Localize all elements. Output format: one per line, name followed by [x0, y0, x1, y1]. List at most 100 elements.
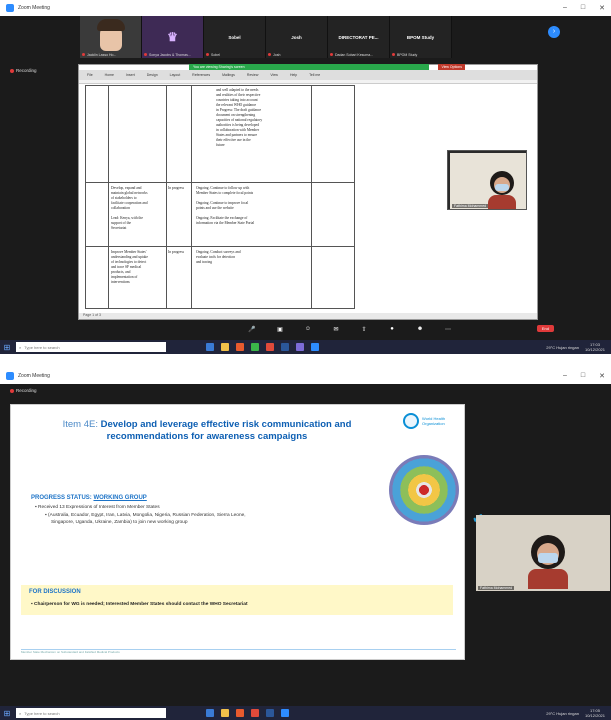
video-frame: Fathima Mohammed	[450, 153, 526, 209]
reactions-button[interactable]: ☻	[406, 326, 434, 332]
ribbon-tab[interactable]: Mailings	[222, 73, 235, 77]
mic-muted-icon	[392, 53, 395, 56]
end-meeting-button[interactable]: End	[536, 325, 554, 332]
mic-muted-icon	[268, 53, 271, 56]
more-button[interactable]: ⋯	[434, 326, 462, 333]
ribbon-tab[interactable]: View	[270, 73, 278, 77]
taskbar-search-box[interactable]: ⌕ Type here to search	[16, 708, 166, 718]
presenter-avatar	[528, 535, 568, 589]
participant-tile[interactable]: Josh Josh	[266, 16, 328, 58]
minimize-icon[interactable]: –	[563, 372, 567, 380]
close-icon[interactable]: ✕	[599, 372, 605, 380]
close-icon[interactable]: ✕	[599, 4, 605, 12]
discussion-text-content: Chairperson for WG is needed; Interested…	[34, 602, 248, 607]
doc-line: and tracing	[196, 260, 213, 264]
ribbon-tab[interactable]: Layout	[170, 73, 181, 77]
presenter-video[interactable]: Fathima Mohammed	[476, 515, 610, 591]
discussion-label: FOR DISCUSSION	[29, 589, 81, 595]
crown-logo-icon: ♛	[167, 30, 178, 44]
unmute-button[interactable]: 🎤	[238, 326, 266, 333]
recording-label: Recording	[16, 68, 37, 73]
zoom-taskbar-icon[interactable]	[311, 343, 319, 351]
powerpoint-icon[interactable]	[251, 709, 259, 717]
search-placeholder: Type here to search	[24, 344, 60, 350]
ribbon-tab[interactable]: Help	[290, 73, 297, 77]
ribbon-tab[interactable]: Insert	[126, 73, 135, 77]
zoom-taskbar-icon[interactable]	[281, 709, 289, 717]
record-button[interactable]: ●	[378, 326, 406, 332]
office-icon[interactable]	[236, 343, 244, 351]
participant-tile[interactable]: Jacklin Lasso Ho...	[80, 16, 142, 58]
search-placeholder: Type here to search	[24, 710, 60, 716]
participants-button[interactable]: ☺	[294, 326, 322, 332]
start-video-button[interactable]: ▣	[266, 326, 294, 333]
edge-icon[interactable]	[206, 343, 214, 351]
windows-start-icon[interactable]: ⊞	[0, 706, 14, 720]
ribbon-tab[interactable]: Design	[147, 73, 158, 77]
window-title: Zoom Meeting	[18, 5, 50, 11]
word-icon[interactable]	[266, 709, 274, 717]
word-icon[interactable]	[281, 343, 289, 351]
meeting-toolbar: 🎤 ▣ ☺ ✉ ⇧ ● ☻ ⋯ End	[78, 322, 608, 336]
recording-indicator: Recording	[10, 68, 37, 73]
share-screen-button[interactable]: ⇧	[350, 326, 378, 333]
clock-date: 10/12/2021	[584, 713, 605, 718]
file-explorer-icon[interactable]	[221, 709, 229, 717]
presenter-video[interactable]: Fathima Mohammed	[447, 150, 527, 210]
search-icon: ⌕	[19, 344, 22, 350]
chat-button[interactable]: ✉	[322, 326, 350, 333]
who-globe-icon	[403, 413, 419, 429]
doc-line: future	[216, 143, 225, 147]
chrome-icon[interactable]	[251, 343, 259, 351]
zoom-icon	[6, 372, 14, 380]
teams-icon[interactable]	[296, 343, 304, 351]
participant-tile[interactable]: Sobel Sobel	[204, 16, 266, 58]
weather-widget[interactable]: 29°C Hujan ringan	[546, 711, 579, 716]
participant-name: DIRECTORAT PE...	[338, 34, 379, 40]
share-banner-text: You are viewing Sharing's screen	[193, 65, 245, 69]
presenter-shirt	[528, 569, 568, 589]
record-dot-icon	[10, 68, 14, 73]
participant-tile[interactable]: ♛ Sonya Jacobs & Thomas...	[142, 16, 204, 58]
ribbon-tab[interactable]: File	[87, 73, 93, 77]
status-cell: In progress	[168, 250, 185, 254]
ribbon-tab[interactable]: Home	[105, 73, 114, 77]
windows-start-icon[interactable]: ⊞	[0, 340, 14, 354]
record-dot-icon	[10, 388, 14, 393]
participant-name: BPOM Study	[406, 34, 435, 40]
powerpoint-icon[interactable]	[266, 343, 274, 351]
window-controls: – □ ✕	[563, 4, 605, 12]
document-status-bar: Page 1 of 3	[79, 313, 537, 319]
table-divider	[108, 86, 109, 308]
office-icon[interactable]	[236, 709, 244, 717]
status-cell: In progress	[168, 186, 185, 190]
taskbar-clock[interactable]: 17:03 10/12/2021	[585, 342, 605, 352]
edge-icon[interactable]	[206, 709, 214, 717]
table-divider	[311, 86, 312, 308]
participant-tile[interactable]: BPOM Study BPOM Study	[390, 16, 452, 58]
taskbar-search-box[interactable]: ⌕ Type here to search	[16, 342, 166, 352]
ribbon-tab[interactable]: Review	[247, 73, 258, 77]
doc-line: information via the Member State Portal	[196, 221, 255, 225]
bullet-point: ▪ Received 13 Expressions of Interest fr…	[35, 505, 160, 510]
system-tray: 29°C Hujan ringan 17:03 10/12/2021	[546, 342, 605, 352]
ribbon-tab[interactable]: References	[192, 73, 210, 77]
bullet-text: (Australia, Ecuador, Egypt, Iran, Latvia…	[48, 513, 246, 518]
taskbar-clock[interactable]: 17:05 10/12/2021	[585, 708, 605, 718]
taskbar-apps	[206, 343, 319, 351]
maximize-icon[interactable]: □	[581, 372, 585, 380]
slide-title-text: Develop and leverage effective risk comm…	[100, 419, 352, 442]
next-page-icon[interactable]: ›	[548, 26, 560, 38]
maximize-icon[interactable]: □	[581, 4, 585, 12]
presenter-caption: Fathima Mohammed	[478, 586, 515, 590]
search-icon: ⌕	[19, 710, 22, 716]
participant-tile[interactable]: DIRECTORAT PE... Dadan Sobari Kesuma...	[328, 16, 390, 58]
progress-label: PROGRESS STATUS:	[31, 495, 92, 501]
minimize-icon[interactable]: –	[563, 4, 567, 12]
who-logo: World Health Organization	[403, 413, 458, 429]
file-explorer-icon[interactable]	[221, 343, 229, 351]
weather-widget[interactable]: 29°C Hujan ringan	[546, 345, 579, 350]
table-cell-text: Ongoing. Conduct surveys and evaluate to…	[196, 250, 308, 265]
bullet-continuation: Singapore, Uganda, Ukraine, Zambia) to j…	[51, 520, 188, 525]
ribbon-tab[interactable]: Tell me	[309, 73, 320, 77]
